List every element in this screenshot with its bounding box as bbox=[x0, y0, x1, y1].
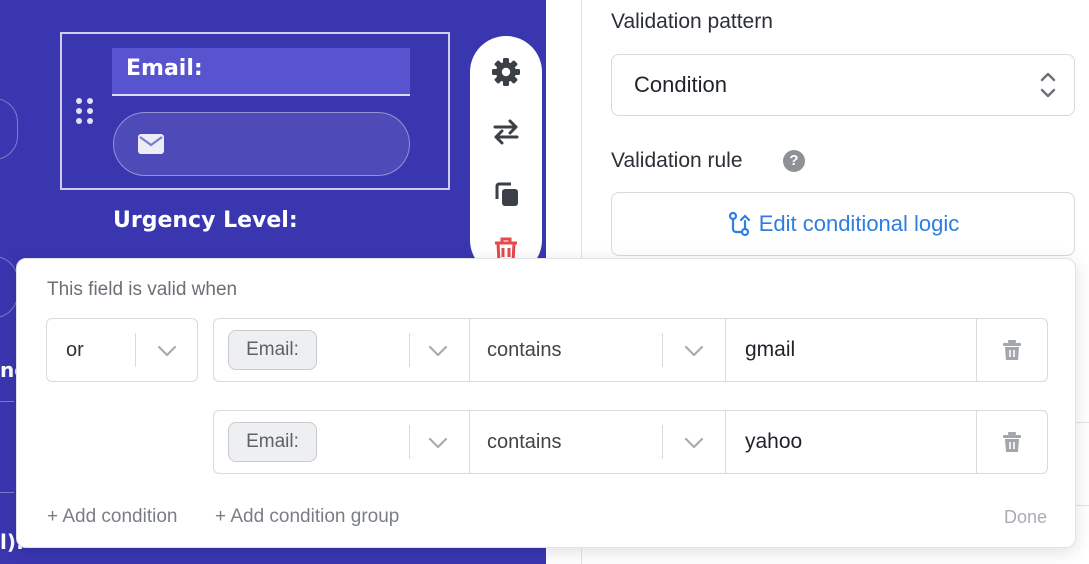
condition-operator-value: contains bbox=[487, 339, 562, 361]
divider bbox=[409, 333, 410, 367]
divider bbox=[1075, 505, 1089, 506]
updown-chevron-icon bbox=[1040, 72, 1056, 98]
field-toolbar bbox=[470, 36, 542, 276]
trash-icon bbox=[1003, 340, 1021, 360]
validation-pattern-select[interactable]: Condition bbox=[611, 54, 1075, 116]
condition-operator-select[interactable]: contains bbox=[469, 411, 725, 473]
chevron-down-icon bbox=[684, 437, 704, 449]
edit-conditional-logic-label: Edit conditional logic bbox=[758, 211, 960, 236]
chevron-down-icon bbox=[157, 345, 177, 357]
divider bbox=[135, 333, 136, 367]
group-operator-value: or bbox=[66, 339, 84, 361]
condition-field-select[interactable]: Email: bbox=[214, 411, 469, 473]
help-icon[interactable]: ? bbox=[783, 150, 805, 172]
condition-row: Email: contains yahoo bbox=[213, 410, 1048, 474]
delete-condition-button[interactable] bbox=[977, 411, 1047, 473]
mail-icon bbox=[138, 134, 164, 154]
trash-icon bbox=[1003, 432, 1021, 452]
urgency-level-label: Urgency Level: bbox=[113, 208, 298, 233]
validation-pattern-label: Validation pattern bbox=[611, 10, 773, 33]
validation-rule-label: Validation rule bbox=[611, 149, 743, 172]
gear-icon[interactable] bbox=[490, 56, 522, 88]
add-condition-link[interactable]: + Add condition bbox=[47, 506, 177, 528]
field-chip: Email: bbox=[228, 422, 317, 462]
divider bbox=[0, 401, 14, 402]
edit-conditional-logic-button[interactable]: Edit conditional logic bbox=[611, 192, 1075, 256]
validation-pattern-value: Condition bbox=[634, 72, 727, 97]
email-field-label[interactable]: Email: bbox=[112, 48, 410, 96]
drag-handle-icon[interactable] bbox=[76, 98, 96, 126]
divider bbox=[0, 492, 14, 493]
chevron-down-icon bbox=[684, 345, 704, 357]
chevron-down-icon bbox=[428, 437, 448, 449]
popover-title: This field is valid when bbox=[47, 279, 238, 300]
divider bbox=[662, 425, 663, 459]
add-condition-group-link[interactable]: + Add condition group bbox=[215, 506, 399, 528]
condition-operator-value: contains bbox=[487, 431, 562, 453]
done-button[interactable]: Done bbox=[1004, 507, 1047, 528]
divider bbox=[662, 333, 663, 367]
conditional-logic-popover: This field is valid when or Email: conta… bbox=[16, 258, 1076, 548]
condition-value-input[interactable]: yahoo bbox=[725, 411, 977, 473]
condition-value-input[interactable]: gmail bbox=[725, 319, 977, 381]
condition-operator-select[interactable]: contains bbox=[469, 319, 725, 381]
email-field-input[interactable] bbox=[113, 112, 410, 176]
condition-field-select[interactable]: Email: bbox=[214, 319, 469, 381]
divider bbox=[409, 425, 410, 459]
field-chip: Email: bbox=[228, 330, 317, 370]
condition-row: Email: contains gmail bbox=[213, 318, 1048, 382]
condition-value: yahoo bbox=[745, 430, 803, 453]
swap-icon[interactable] bbox=[490, 116, 522, 148]
duplicate-icon[interactable] bbox=[490, 178, 522, 210]
divider bbox=[1075, 422, 1089, 423]
delete-condition-button[interactable] bbox=[977, 319, 1047, 381]
condition-value: gmail bbox=[745, 338, 796, 361]
partial-field-outline bbox=[0, 98, 18, 160]
branch-icon bbox=[728, 211, 750, 237]
group-operator-select[interactable]: or bbox=[46, 318, 198, 382]
chevron-down-icon bbox=[428, 345, 448, 357]
